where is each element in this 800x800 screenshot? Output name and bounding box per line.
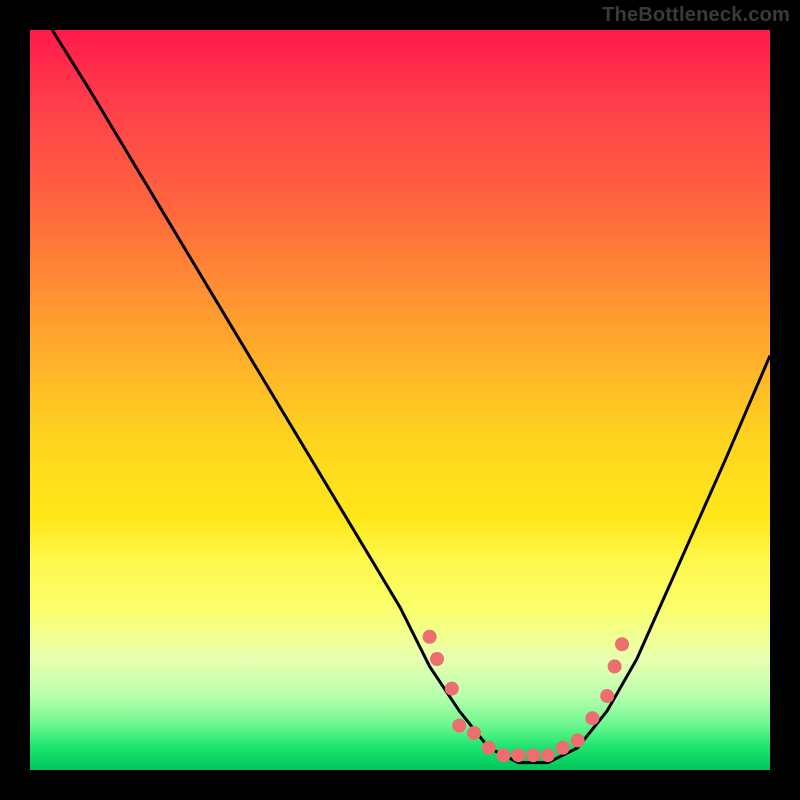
data-dot bbox=[600, 689, 614, 703]
bottleneck-curve-path bbox=[52, 30, 770, 763]
data-dot bbox=[423, 630, 437, 644]
data-dot bbox=[526, 748, 540, 762]
data-dot bbox=[511, 748, 525, 762]
data-dot bbox=[615, 637, 629, 651]
bottleneck-curve-svg bbox=[30, 30, 770, 770]
data-dot bbox=[467, 726, 481, 740]
data-dot bbox=[608, 659, 622, 673]
data-dot bbox=[452, 719, 466, 733]
watermark-text: TheBottleneck.com bbox=[602, 4, 790, 27]
data-dot bbox=[482, 741, 496, 755]
chart-frame: TheBottleneck.com bbox=[0, 0, 800, 800]
data-dot bbox=[541, 748, 555, 762]
data-dot bbox=[571, 733, 585, 747]
data-dot bbox=[445, 682, 459, 696]
data-dot bbox=[585, 711, 599, 725]
data-dot bbox=[556, 741, 570, 755]
data-dots-group bbox=[423, 630, 629, 762]
plot-area bbox=[30, 30, 770, 770]
data-dot bbox=[497, 748, 511, 762]
data-dot bbox=[430, 652, 444, 666]
